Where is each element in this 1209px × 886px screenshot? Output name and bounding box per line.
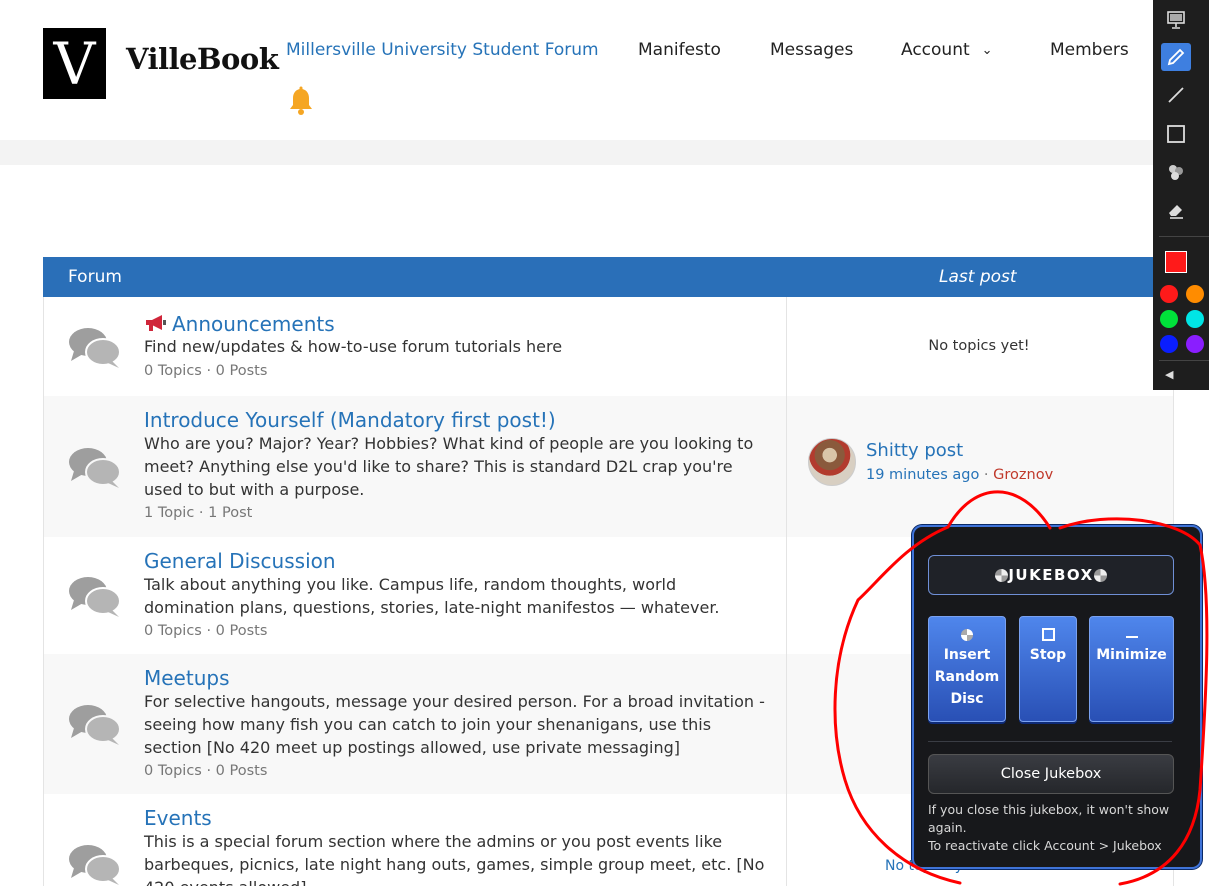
nav-account-label: Account — [901, 40, 970, 60]
site-header: V VilleBook Millersville University Stud… — [0, 0, 1209, 140]
jukebox-panel: JUKEBOX Insert Random Disc Stop Minimize… — [912, 525, 1202, 869]
forum-title-link[interactable]: Introduce Yourself (Mandatory first post… — [144, 408, 556, 432]
forum-title-link[interactable]: Meetups — [144, 666, 230, 690]
forum-title-link[interactable]: Events — [144, 806, 212, 830]
disc-icon — [995, 568, 1009, 582]
disc-icon — [1093, 568, 1107, 582]
header-divider-band — [0, 140, 1209, 165]
color-green-swatch[interactable] — [1160, 310, 1178, 328]
logo-letter: V — [53, 29, 96, 98]
color-orange-swatch[interactable] — [1186, 285, 1204, 303]
forum-title-text: Announcements — [172, 312, 335, 336]
line-icon[interactable] — [1161, 81, 1191, 109]
forum-stats: 0 Topics · 0 Posts — [144, 763, 268, 779]
bell-icon[interactable] — [288, 86, 314, 116]
forum-description: For selective hangouts, message your des… — [144, 692, 765, 757]
col-last-post-header: Last post — [939, 267, 1017, 287]
forum-stats: 0 Topics · 0 Posts — [144, 623, 268, 639]
forum-description: Find new/updates & how-to-use forum tuto… — [144, 337, 563, 356]
disc-icon — [961, 629, 973, 641]
color-red-swatch[interactable] — [1160, 285, 1178, 303]
stamp-icon[interactable] — [1161, 158, 1191, 186]
forum-stats: 1 Topic · 1 Post — [144, 505, 253, 521]
nav-account-menu[interactable]: Account ⌄ — [901, 40, 993, 60]
jukebox-note: If you close this jukebox, it won't show… — [928, 801, 1190, 855]
current-color-swatch[interactable] — [1165, 251, 1187, 273]
stop-icon — [1041, 628, 1055, 641]
eraser-icon[interactable] — [1161, 196, 1191, 224]
column-divider — [786, 654, 787, 794]
toolbar-divider — [1159, 236, 1209, 237]
col-forum-header: Forum — [68, 267, 122, 287]
jukebox-title: JUKEBOX — [928, 555, 1174, 595]
minimize-button[interactable]: Minimize — [1089, 616, 1174, 722]
presentation-icon[interactable] — [1161, 6, 1191, 34]
last-post-separator: · — [979, 467, 994, 483]
pencil-icon[interactable] — [1161, 43, 1191, 71]
color-cyan-swatch[interactable] — [1186, 310, 1204, 328]
close-jukebox-button[interactable]: Close Jukebox — [928, 754, 1174, 794]
site-logo[interactable]: V — [43, 28, 106, 99]
chevron-down-icon: ⌄ — [981, 42, 993, 58]
minimize-icon — [1125, 636, 1138, 638]
chat-bubbles-icon — [69, 577, 121, 617]
last-post-empty: No topics yet! — [928, 338, 1030, 354]
color-purple-swatch[interactable] — [1186, 335, 1204, 353]
minimize-label: Minimize — [1096, 647, 1167, 663]
chat-bubbles-icon — [69, 845, 121, 885]
last-post-user-link[interactable]: Groznov — [993, 467, 1053, 483]
forum-row-announcements: Announcements Find new/updates & how-to-… — [43, 297, 1174, 397]
jukebox-divider — [928, 741, 1172, 742]
forum-table-header: Forum Last post — [43, 257, 1173, 297]
stop-label: Stop — [1029, 647, 1067, 663]
chat-bubbles-icon — [69, 448, 121, 488]
column-divider — [786, 794, 787, 886]
jukebox-note-line2: To reactivate click Account > Jukebox — [928, 838, 1162, 853]
nav-manifesto-link[interactable]: Manifesto — [638, 40, 721, 60]
forum-description: This is a special forum section where th… — [144, 832, 765, 886]
insert-random-disc-label: Insert Random Disc — [934, 647, 1000, 707]
stop-button[interactable]: Stop — [1019, 616, 1077, 722]
forum-description: Who are you? Major? Year? Hobbies? What … — [144, 434, 754, 499]
nav-forum-link[interactable]: Millersville University Student Forum — [286, 40, 599, 60]
forum-description: Talk about anything you like. Campus lif… — [144, 575, 720, 617]
chat-bubbles-icon — [69, 705, 121, 745]
rectangle-icon[interactable] — [1161, 120, 1191, 148]
insert-random-disc-button[interactable]: Insert Random Disc — [928, 616, 1006, 722]
jukebox-title-text: JUKEBOX — [1008, 566, 1094, 584]
forum-row-introduce-yourself: Introduce Yourself (Mandatory first post… — [43, 396, 1174, 538]
annotation-toolbar: ◀ — [1153, 0, 1209, 390]
site-brand[interactable]: VilleBook — [126, 42, 279, 76]
last-post-time-link[interactable]: 19 minutes ago — [866, 467, 979, 483]
column-divider — [786, 396, 787, 537]
nav-members-link[interactable]: Members — [1050, 40, 1129, 60]
nav-messages-link[interactable]: Messages — [770, 40, 853, 60]
color-blue-swatch[interactable] — [1160, 335, 1178, 353]
last-post-avatar[interactable] — [808, 438, 856, 486]
jukebox-note-line1: If you close this jukebox, it won't show… — [928, 802, 1170, 835]
toolbar-divider — [1159, 360, 1209, 361]
forum-title-link[interactable]: Announcements — [144, 312, 335, 336]
last-post-title-link[interactable]: Shitty post — [866, 440, 963, 461]
forum-stats: 0 Topics · 0 Posts — [144, 363, 268, 379]
megaphone-icon — [146, 315, 166, 331]
last-post-meta: 19 minutes ago · Groznov — [866, 467, 1053, 483]
column-divider — [786, 537, 787, 654]
forum-title-link[interactable]: General Discussion — [144, 549, 336, 573]
collapse-arrow-icon[interactable]: ◀ — [1165, 368, 1173, 381]
chat-bubbles-icon — [69, 328, 121, 368]
